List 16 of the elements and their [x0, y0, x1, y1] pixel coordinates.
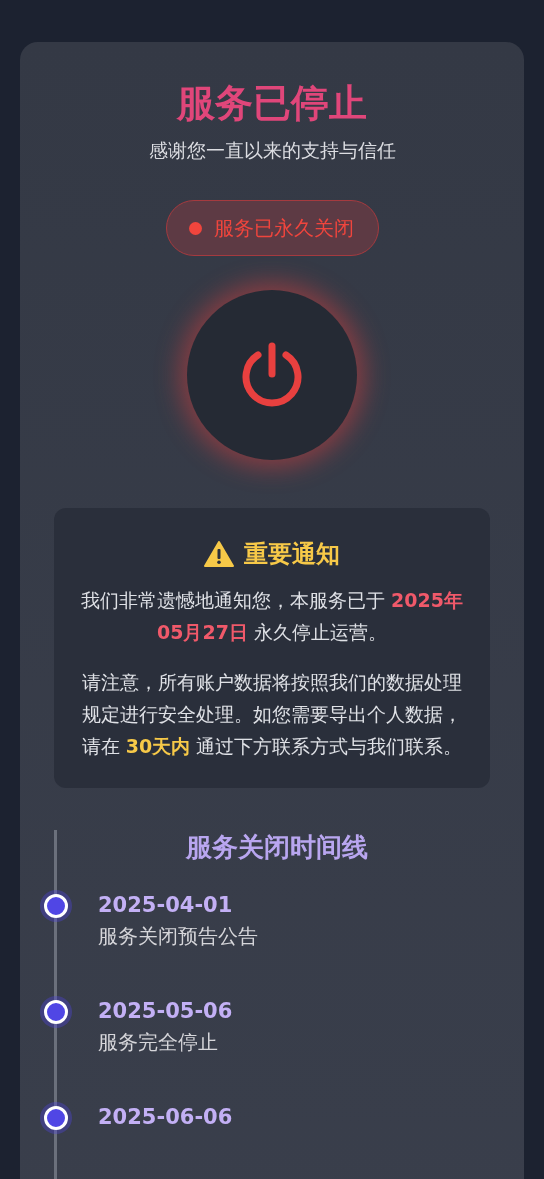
- page-title: 服务已停止: [177, 80, 367, 127]
- timeline-dot: [44, 894, 68, 918]
- timeline-dot: [44, 1106, 68, 1130]
- timeline-date: 2025-06-06: [98, 1104, 234, 1131]
- timeline-description: 服务关闭预告公告: [98, 923, 259, 950]
- timeline-date: 2025-05-06: [98, 998, 234, 1025]
- timeline-date: 2025-04-01: [98, 892, 234, 919]
- notice-paragraph: 请注意，所有账户数据将按照我们的数据处理规定进行安全处理。如您需要导出个人数据，请在 30天内 通过下方联系方式与我们联系。: [80, 670, 464, 759]
- timeline-dot: [44, 1000, 68, 1024]
- notice-title: 重要通知: [244, 539, 340, 570]
- subtitle: 感谢您一直以来的支持与信任: [147, 138, 397, 163]
- warning-icon: [204, 541, 234, 567]
- notice-paragraph: 我们非常遗憾地通知您，本服务已于 2025年05月27日 永久停止运营。: [80, 588, 464, 645]
- timeline-title: 服务关闭时间线: [184, 831, 369, 864]
- timeline-description: 服务完全停止: [98, 1029, 219, 1056]
- status-badge: 服务已永久关闭: [165, 200, 379, 256]
